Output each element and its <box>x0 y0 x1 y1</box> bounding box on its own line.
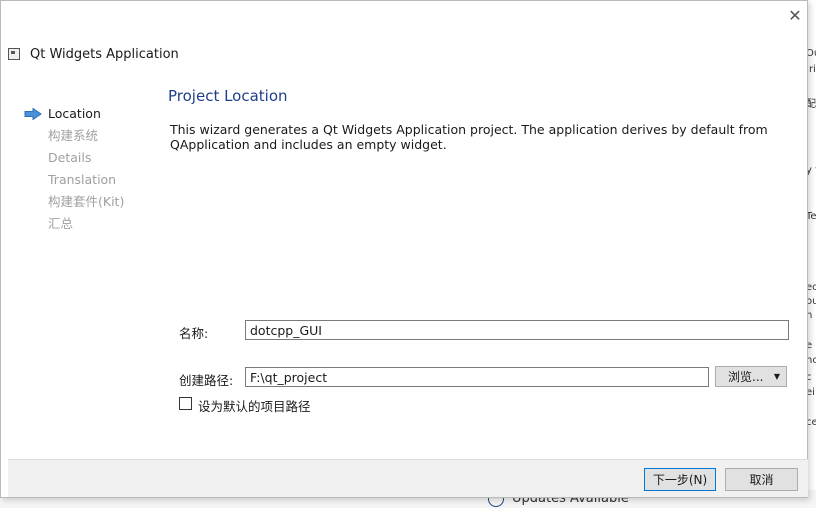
next-label: 下一步(N) <box>652 473 708 487</box>
default-path-checkbox[interactable] <box>179 397 192 410</box>
step-location: Location <box>24 103 154 125</box>
dialog-title: Qt Widgets Application <box>30 46 179 62</box>
page-description: This wizard generates a Qt Widgets Appli… <box>170 122 770 152</box>
cancel-label: 取消 <box>749 473 774 487</box>
next-button[interactable]: 下一步(N) <box>644 468 716 491</box>
current-step-arrow-icon <box>24 108 42 120</box>
project-path-input[interactable] <box>245 367 709 387</box>
default-path-label[interactable]: 设为默认的项目路径 <box>198 396 311 415</box>
wizard-steps: Location 构建系统 Details Translation 构建套件(K… <box>24 103 154 235</box>
step-kits: 构建套件(Kit) <box>24 191 154 213</box>
description-line: QApplication and includes an empty widge… <box>170 137 447 152</box>
step-label: Details <box>48 150 92 165</box>
cancel-button[interactable]: 取消 <box>725 468 798 491</box>
app-window-icon <box>8 48 20 60</box>
description-line: This wizard generates a Qt Widgets Appli… <box>170 122 768 137</box>
step-translation: Translation <box>24 169 154 191</box>
step-label: 构建系统 <box>48 128 99 143</box>
browse-label: 浏览... <box>728 370 764 384</box>
step-label: Translation <box>48 172 117 187</box>
wizard-dialog: ✕ <box>0 0 808 498</box>
dialog-title-bar: Qt Widgets Application <box>8 44 179 64</box>
project-name-input[interactable] <box>245 320 789 340</box>
step-summary: 汇总 <box>24 213 154 235</box>
page-title: Project Location <box>168 87 288 105</box>
name-label: 名称: <box>179 326 209 341</box>
browse-button[interactable]: 浏览... ▼ <box>715 366 787 387</box>
dropdown-caret-icon: ▼ <box>773 372 780 381</box>
step-label: 汇总 <box>48 216 74 231</box>
path-label: 创建路径: <box>179 373 234 388</box>
close-icon[interactable]: ✕ <box>785 6 805 26</box>
step-build-system: 构建系统 <box>24 125 154 147</box>
step-label: Location <box>48 106 101 121</box>
step-details: Details <box>24 147 154 169</box>
step-label: 构建套件(Kit) <box>48 194 125 209</box>
